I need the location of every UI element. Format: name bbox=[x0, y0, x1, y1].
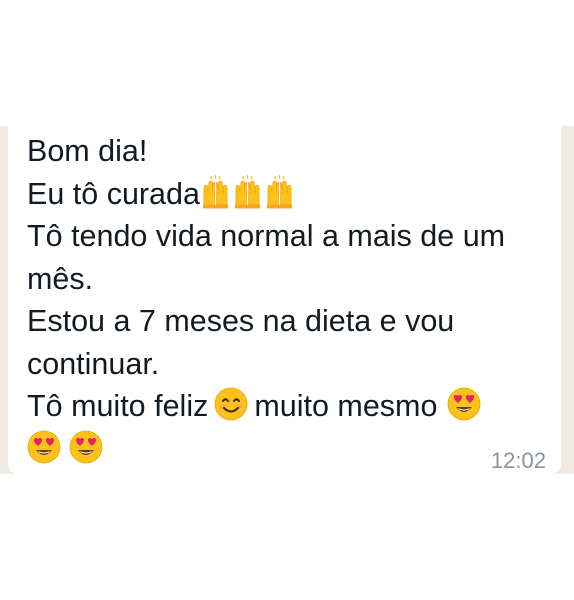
message-line: mês. bbox=[27, 258, 557, 301]
message-line-text: Tô muito feliz bbox=[27, 389, 209, 423]
message-timestamp: 12:02 bbox=[490, 448, 546, 473]
message-line-text: muito mesmo bbox=[254, 389, 438, 423]
raising-hands-icon bbox=[234, 174, 261, 208]
message-line bbox=[27, 428, 557, 471]
message-line-text: continuar. bbox=[27, 346, 160, 381]
screenshot-canvas: Bom dia! Eu tô curada Tô tendo vida norm… bbox=[0, 0, 574, 600]
message-line: Eu tô curada bbox=[27, 173, 557, 216]
message-line: Tô tendo vida normal a mais de um bbox=[27, 215, 557, 258]
message-text: Bom dia! Eu tô curada Tô tendo vida norm… bbox=[27, 130, 557, 470]
heart-eyes-icon bbox=[69, 430, 103, 463]
message-line: Bom dia! bbox=[27, 130, 557, 173]
message-line-text: Eu tô curada bbox=[27, 176, 200, 211]
heart-eyes-icon bbox=[27, 430, 61, 463]
message-line-text: Tô tendo vida normal a mais de um bbox=[27, 219, 506, 253]
message-line: continuar. bbox=[27, 343, 557, 386]
heart-eyes-icon bbox=[448, 387, 481, 421]
message-line-text: mês. bbox=[27, 261, 94, 296]
smiling-face-icon bbox=[214, 387, 248, 421]
message-line-text: Estou a 7 meses na dieta e vou bbox=[27, 304, 455, 338]
message-line-text: Bom dia! bbox=[27, 134, 148, 168]
raising-hands-icon bbox=[266, 174, 293, 208]
message-line: Estou a 7 meses na dieta e vou bbox=[27, 300, 557, 343]
raising-hands-icon bbox=[202, 174, 229, 208]
message-line: Tô muito feliz muito mesmo bbox=[27, 385, 557, 428]
